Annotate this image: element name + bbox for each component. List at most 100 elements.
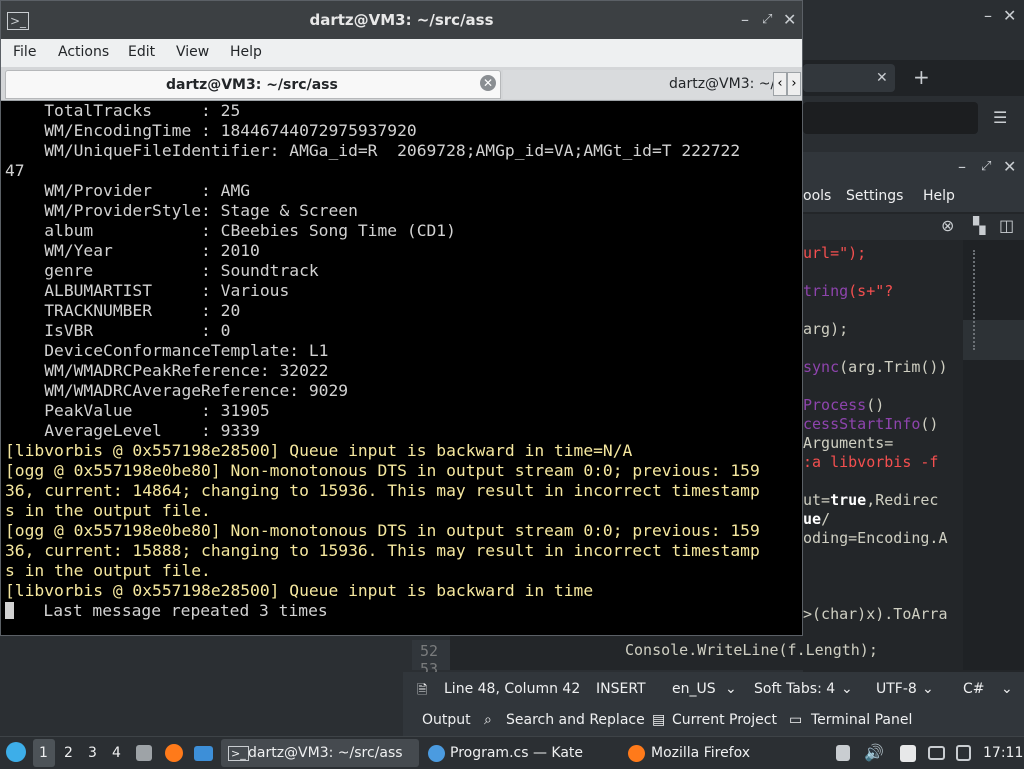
terminal-line: 36, current: 15888; changing to 15936. T… [5,541,760,560]
project-icon[interactable]: ▤ [652,712,665,728]
new-tab-icon[interactable]: + [913,67,930,87]
terminal-tab-inactive[interactable]: dartz@VM3: ~/ [503,70,773,99]
terminal-line-text: Last message repeated 3 times [14,601,328,620]
workspace-4[interactable]: 4 [112,745,121,761]
minimize-icon[interactable]: – [958,159,966,175]
code-token: () [866,396,885,414]
terminal-tab-active[interactable]: dartz@VM3: ~/src/ass ✕ [5,70,501,99]
kate-tool-panels: Output ⌕ Search and Replace ▤ Current Pr… [403,706,1024,736]
terminal-line: ALBUMARTIST : Various [5,281,290,300]
minimize-icon[interactable]: – [984,8,992,24]
panel-output[interactable]: Output [422,712,471,728]
terminal-line: PeakValue : 31905 [5,401,270,420]
terminal-output[interactable]: TotalTracks : 25 WM/EncodingTime : 18446… [5,101,801,631]
code-token: Process [803,396,867,414]
start-menu-icon[interactable] [6,742,26,762]
terminal-line: WM/EncodingTime : 18446744072975937920 [5,121,417,140]
terminal-line: WM/ProviderStyle: Stage & Screen [5,201,358,220]
task-label[interactable]: Program.cs — Kate [450,745,583,761]
line-number: 52 [420,642,439,660]
code-line: ut=true,Redirec [803,491,938,509]
code-token: ,Redirec [866,491,939,509]
task-label[interactable]: Mozilla Firefox [651,745,750,761]
panel-terminal[interactable]: Terminal Panel [811,712,912,728]
panel-search-replace[interactable]: Search and Replace [506,712,645,728]
chevron-down-icon[interactable]: ⌄ [922,681,934,697]
menu-help[interactable]: Help [923,188,955,204]
workspace-3[interactable]: 3 [88,745,97,761]
menu-help[interactable]: Help [230,44,262,60]
terminal-menubar: File Actions Edit View Help [1,39,802,67]
minimize-icon[interactable]: – [741,12,749,28]
terminal-line: s in the output file. [5,501,211,520]
clock[interactable]: 17:11 [983,745,1023,761]
code-token: Arguments= [803,434,894,452]
code-line: :a libvorbis -f [803,453,938,471]
clipboard-icon[interactable] [836,745,850,761]
menu-actions[interactable]: Actions [58,44,109,60]
cursor-position[interactable]: Line 48, Column 42 [444,681,580,697]
terminal-icon: >_ [228,746,249,761]
chevron-down-icon[interactable]: ⌄ [725,681,737,697]
indent-setting[interactable]: Soft Tabs: 4 [754,681,835,697]
split-view-icon[interactable]: ◫ [999,218,1014,234]
hamburger-menu-icon[interactable]: ☰ [993,110,1007,126]
syntax-mode[interactable]: C# [963,681,985,697]
workspace-2[interactable]: 2 [64,745,73,761]
code-editor[interactable]: url="); tring(s+"? arg); sync(arg.Trim()) Pr… [803,240,963,690]
notifications-icon[interactable] [956,745,971,761]
close-icon[interactable]: ✕ [783,12,796,28]
chevron-down-icon[interactable]: ⌄ [841,681,853,697]
spellcheck-dictionary[interactable]: en_US [672,681,716,697]
code-token: ut= [803,491,831,509]
url-bar[interactable] [803,102,978,134]
close-tab-icon[interactable]: ⊗ [941,218,954,234]
minimap[interactable] [963,240,1024,670]
maximize-icon[interactable]: ⤢ [762,12,772,28]
network-icon[interactable] [928,746,945,760]
close-icon[interactable]: ✕ [1003,8,1016,24]
task-label: dartz@VM3: ~/src/ass [248,745,403,761]
terminal-titlebar[interactable]: >_ dartz@VM3: ~/src/ass – ⤢ ✕ [1,1,802,39]
maximize-icon[interactable]: ⤢ [981,159,991,175]
terminal-line: [ogg @ 0x557198e0be80] Non-monotonous DT… [5,521,760,540]
menu-edit[interactable]: Edit [128,44,155,60]
panel-current-project[interactable]: Current Project [672,712,777,728]
terminal-line: genre : Soundtrack [5,261,319,280]
chevron-right-icon[interactable]: › [787,72,801,96]
code-line: tring(s+"? [803,282,893,300]
terminal-line: [libvorbis @ 0x557198e28500] Queue input… [5,581,594,600]
search-icon[interactable]: ⌕ [484,712,492,728]
menu-file[interactable]: File [13,44,36,60]
notes-icon[interactable] [900,745,916,762]
firefox-launcher-icon[interactable] [165,744,183,762]
kate-icon [428,745,445,762]
terminal-line: AverageLevel : 9339 [5,421,260,440]
terminal-line: Last message repeated 3 times [5,601,801,621]
menu-view[interactable]: View [176,44,209,60]
chevron-down-icon[interactable]: ⌄ [1001,681,1013,697]
terminal-line: 36, current: 14864; changing to 15936. T… [5,481,760,500]
terminal-panel-icon[interactable]: ▭ [789,712,802,728]
window-title: dartz@VM3: ~/src/ass [309,11,494,29]
tab-title: dartz@VM3: ~/src/ass [166,77,338,93]
close-tab-icon[interactable]: ✕ [480,75,496,91]
kate-titlebar: – ⤢ ✕ [803,152,1024,182]
volume-icon[interactable]: 🔊 [864,743,884,762]
pin-icon[interactable]: ▚ [973,218,985,234]
encoding[interactable]: UTF-8 [876,681,917,697]
menu-tools[interactable]: ools [803,188,831,204]
tab-close-icon[interactable]: ✕ [876,70,888,86]
code-token: (arg.Trim()) [839,358,948,376]
code-token: () [920,415,939,433]
show-desktop-icon[interactable] [194,746,213,761]
file-manager-icon[interactable] [136,745,152,761]
close-icon[interactable]: ✕ [1003,159,1016,175]
code-line: Process() [803,396,884,414]
terminal-line: IsVBR : 0 [5,321,231,340]
menu-settings[interactable]: Settings [846,188,903,204]
input-mode[interactable]: INSERT [596,681,646,697]
chevron-left-icon[interactable]: ‹ [773,72,787,96]
code-token: / [821,510,831,528]
code-line-52[interactable]: Console.WriteLine(f.Length); [450,636,962,670]
